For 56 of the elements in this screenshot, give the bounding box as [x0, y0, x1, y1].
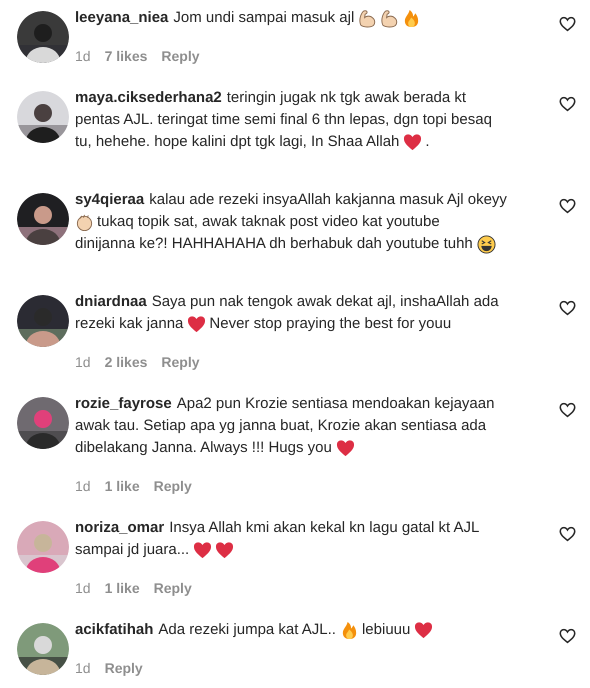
heart-emoji-icon	[187, 314, 206, 334]
like-heart-icon[interactable]	[559, 16, 576, 32]
comment-text: sampai jd juara...	[75, 540, 190, 560]
comment-time: 1d	[75, 47, 91, 66]
username[interactable]: dniardnaa	[75, 291, 147, 313]
comment-text: Jom undi sampai masuk ajl	[173, 8, 354, 28]
username[interactable]: sy4qieraa	[75, 189, 144, 211]
username[interactable]: acikfatihah	[75, 619, 154, 641]
username[interactable]: noriza_omar	[75, 517, 164, 539]
username[interactable]: maya.ciksederhana2	[75, 87, 222, 109]
comment-text: lebiuuu	[362, 620, 410, 640]
username[interactable]: leeyana_niea	[75, 7, 168, 29]
comment-text: tukaq topik sat, awak taknak post video kat youtube	[97, 212, 440, 232]
comment-text: kalau ade rezeki insyaAllah kakjanna masuk Ajl okeyy	[149, 190, 507, 210]
comment-text: teringin jugak nk tgk awak berada kt	[226, 88, 466, 108]
like-heart-icon[interactable]	[559, 526, 576, 542]
heart-emoji-icon	[215, 540, 234, 560]
comment-text: Never stop praying the best for youu	[209, 314, 452, 334]
reply-link[interactable]: Reply	[161, 45, 200, 67]
reply-link[interactable]: Reply	[104, 657, 143, 679]
reply-link[interactable]: Reply	[154, 475, 192, 497]
comment-time: 1d	[75, 353, 91, 372]
like-heart-icon[interactable]	[559, 628, 576, 644]
heart-emoji-icon	[414, 620, 434, 640]
comment-text: dinijanna ke?! HAHHAHAHA dh berhabuk dah youtube tuhh	[75, 234, 473, 254]
comment-text: awak tau. Setiap apa yg janna buat, Krozie akan sentiasa ada	[75, 416, 486, 436]
hand-emoji-icon	[75, 212, 94, 232]
heart-emoji-icon	[193, 540, 212, 560]
comment-time: 1d	[75, 579, 91, 598]
comment-text: pentas AJL. teringat time semi final 6 thn lepas, dgn topi besaq	[75, 110, 492, 130]
reply-link[interactable]: Reply	[161, 351, 200, 373]
comment-text: rezeki kak janna	[75, 314, 184, 334]
comment-text: .	[425, 132, 430, 152]
like-heart-icon[interactable]	[559, 402, 576, 418]
laughing-face-emoji-icon	[476, 234, 496, 254]
flexed-arm-emoji-icon	[380, 8, 400, 28]
comment-text: Apa2 pun Krozie sentiasa mendoakan kejayaan	[176, 394, 494, 414]
flexed-arm-emoji-icon	[358, 8, 378, 28]
comment-time: 1d	[75, 659, 91, 678]
likes-count-link[interactable]: 1 like	[104, 475, 140, 497]
like-heart-icon[interactable]	[559, 300, 576, 316]
comment-text: Insya Allah kmi akan kekal kn lagu gatal kt AJL	[169, 518, 480, 538]
comment-text: Saya pun nak tengok awak dekat ajl, inshaAllah ada	[152, 292, 499, 312]
likes-count-link[interactable]: 2 likes	[104, 351, 148, 373]
comment-text: dibelakang Janna. Always !!! Hugs you	[75, 438, 332, 458]
like-heart-icon[interactable]	[559, 198, 576, 214]
likes-count-link[interactable]: 7 likes	[104, 45, 148, 67]
reply-link[interactable]: Reply	[154, 577, 192, 599]
like-heart-icon[interactable]	[559, 96, 576, 112]
username[interactable]: rozie_fayrose	[75, 393, 172, 415]
heart-emoji-icon	[336, 438, 355, 458]
comment-text: Ada rezeki jumpa kat AJL..	[158, 620, 336, 640]
heart-emoji-icon	[403, 132, 422, 152]
comment-time: 1d	[75, 477, 91, 496]
comment-text: tu, hehehe. hope kalini dpt tgk lagi, In Shaa Allah	[75, 132, 400, 152]
likes-count-link[interactable]: 1 like	[104, 577, 140, 599]
